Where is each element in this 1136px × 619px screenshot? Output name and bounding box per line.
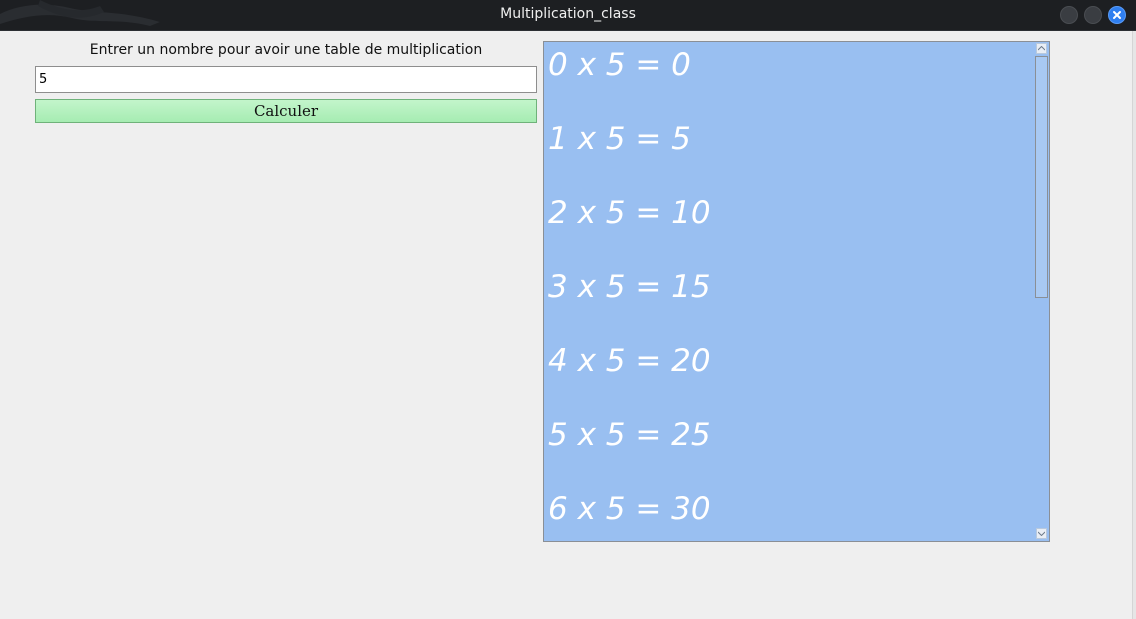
window-title: Multiplication_class [500, 6, 636, 22]
scrollbar-thumb[interactable] [1035, 56, 1048, 298]
vertical-scrollbar[interactable] [1035, 42, 1049, 541]
maximize-icon[interactable] [1084, 6, 1102, 24]
arrow-up-icon[interactable] [1036, 43, 1047, 54]
result-line: 2 x 5 = 10 [548, 195, 711, 231]
close-icon[interactable] [1108, 6, 1126, 24]
arrow-down-icon[interactable] [1036, 528, 1047, 539]
result-line: 4 x 5 = 20 [548, 343, 711, 379]
window-edge [1132, 31, 1136, 619]
title-bar[interactable]: Multiplication_class [0, 0, 1136, 31]
minimize-icon[interactable] [1060, 6, 1078, 24]
calculate-button[interactable]: Calculer [35, 99, 537, 123]
result-line: 6 x 5 = 30 [548, 491, 711, 527]
app-window: Multiplication_class Entrer un nombre po… [0, 0, 1136, 619]
result-line: 0 x 5 = 0 [548, 47, 691, 83]
result-line: 5 x 5 = 25 [548, 417, 711, 453]
results-list[interactable]: 0 x 5 = 0 1 x 5 = 5 2 x 5 = 10 3 x 5 = 1… [543, 41, 1050, 542]
prompt-label: Entrer un nombre pour avoir une table de… [89, 42, 483, 58]
number-input[interactable] [35, 66, 537, 93]
result-line: 3 x 5 = 15 [548, 269, 711, 305]
result-line: 1 x 5 = 5 [548, 121, 691, 157]
